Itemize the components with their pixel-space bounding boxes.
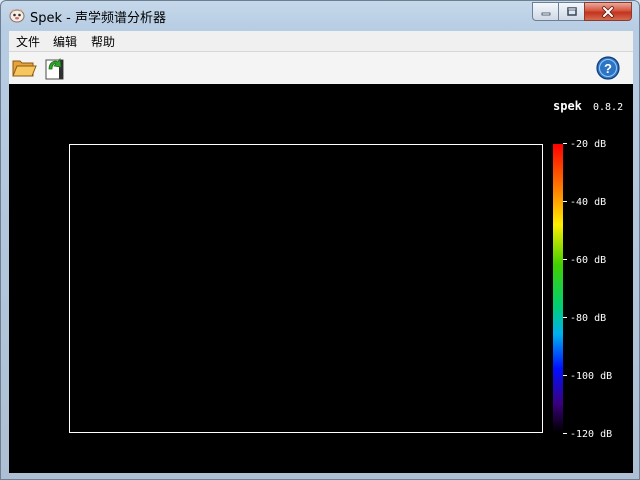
app-name-label: spek	[553, 99, 583, 113]
open-file-button[interactable]	[11, 55, 37, 81]
db-color-scale	[553, 144, 563, 432]
app-window: Spek - 声学频谱分析器 文件 编辑 帮助 ? spek 0.8.2 -20…	[0, 0, 640, 480]
save-arrow-icon	[45, 57, 64, 80]
menu-help[interactable]: 帮助	[91, 33, 115, 50]
folder-open-icon	[12, 60, 37, 77]
close-button[interactable]	[584, 2, 632, 21]
toolbar: ?	[9, 52, 633, 84]
minimize-button[interactable]	[532, 2, 559, 21]
spek-app-icon	[9, 9, 25, 23]
menu-file[interactable]: 文件	[16, 33, 40, 50]
spectrum-view[interactable]: spek 0.8.2 -20 dB -40 dB -60 dB -80 dB -…	[9, 84, 633, 473]
title-bar[interactable]: Spek - 声学频谱分析器	[1, 1, 639, 29]
maximize-button[interactable]	[558, 2, 585, 21]
help-button[interactable]: ?	[595, 55, 621, 81]
spectrogram-frame	[69, 144, 543, 433]
db-scale-ticks	[563, 143, 567, 434]
svg-text:?: ?	[604, 61, 612, 76]
maximize-icon	[566, 6, 577, 16]
db-label-120: -120 dB	[570, 429, 612, 440]
help-icon: ?	[596, 56, 620, 80]
client-area: 文件 编辑 帮助 ? spek 0.8.2 -20 dB -40 dB -60 …	[9, 31, 633, 473]
menu-edit[interactable]: 编辑	[53, 33, 77, 50]
close-icon	[602, 5, 614, 18]
version-label: 0.8.2	[593, 102, 623, 113]
save-button[interactable]	[42, 55, 68, 81]
db-label-20: -20 dB	[570, 139, 606, 150]
spectrogram-canvas: spek 0.8.2 -20 dB -40 dB -60 dB -80 dB -…	[69, 99, 623, 440]
db-label-100: -100 dB	[570, 371, 612, 382]
db-label-40: -40 dB	[570, 197, 606, 208]
db-label-80: -80 dB	[570, 313, 606, 324]
window-title: Spek - 声学频谱分析器	[30, 11, 166, 26]
menu-bar: 文件 编辑 帮助	[9, 31, 633, 52]
db-label-60: -60 dB	[570, 255, 606, 266]
minimize-icon	[541, 12, 550, 15]
